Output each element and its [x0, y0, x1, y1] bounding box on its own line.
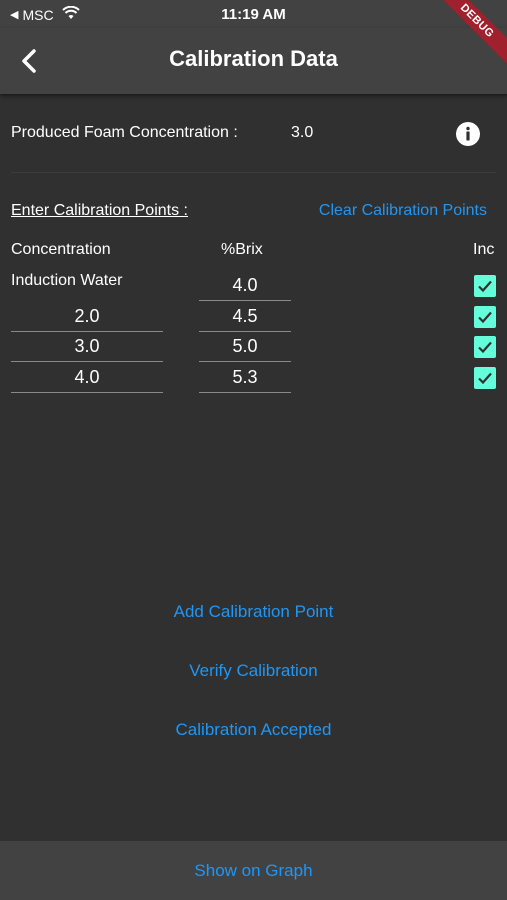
concentration-field[interactable]: 4.0 [11, 363, 163, 393]
info-icon[interactable] [456, 122, 480, 146]
induction-brix-field[interactable]: 4.0 [199, 271, 291, 301]
brix-field[interactable]: 4.5 [199, 302, 291, 332]
calibration-section-label: Enter Calibration Points : [11, 202, 188, 219]
include-checkbox[interactable] [474, 306, 496, 328]
status-bar: ◀ MSC 11:19 AM [0, 0, 507, 28]
column-header-brix: %Brix [221, 241, 263, 258]
page-title: Calibration Data [169, 46, 338, 71]
check-icon [478, 311, 492, 324]
brix-field[interactable]: 5.3 [199, 363, 291, 393]
include-checkbox[interactable] [474, 336, 496, 358]
column-header-concentration: Concentration [11, 241, 111, 258]
bottom-bar: Show on Graph [0, 841, 507, 900]
column-header-inc: Inc [473, 241, 495, 258]
calibration-accepted-button[interactable]: Calibration Accepted [0, 720, 507, 740]
concentration-field[interactable]: 3.0 [11, 332, 163, 362]
concentration-field[interactable]: 2.0 [11, 302, 163, 332]
verify-calibration-button[interactable]: Verify Calibration [0, 661, 507, 681]
include-checkbox[interactable] [474, 367, 496, 389]
foam-concentration-value: 3.0 [291, 124, 314, 141]
check-icon [478, 341, 492, 354]
check-icon [478, 372, 492, 385]
clear-calibration-points-button[interactable]: Clear Calibration Points [319, 202, 487, 220]
show-on-graph-button[interactable]: Show on Graph [0, 861, 507, 881]
check-icon [478, 280, 492, 293]
induction-include-checkbox[interactable] [474, 275, 496, 297]
foam-concentration-row: Produced Foam Concentration : 3.0 [11, 122, 491, 146]
app-bar: Calibration Data [0, 28, 507, 94]
divider [11, 172, 496, 173]
brix-field[interactable]: 5.0 [199, 332, 291, 362]
foam-concentration-label: Produced Foam Concentration : [11, 124, 238, 141]
induction-water-label: Induction Water [11, 272, 123, 289]
status-time: 11:19 AM [221, 6, 286, 23]
add-calibration-point-button[interactable]: Add Calibration Point [0, 602, 507, 622]
